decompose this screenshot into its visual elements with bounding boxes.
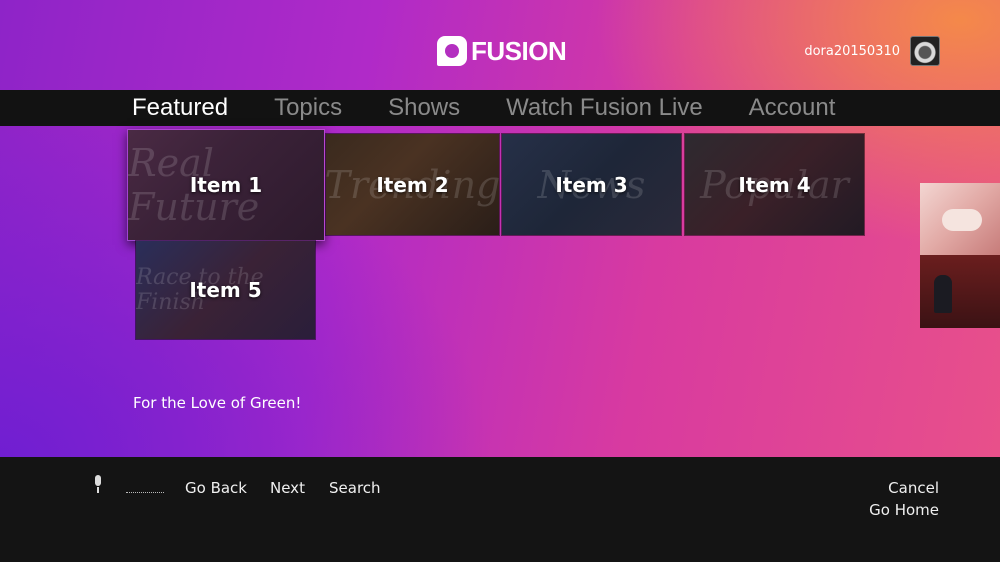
next-row-preview[interactable] — [920, 183, 1000, 328]
voice-command-bar — [0, 457, 1000, 562]
tile-label: Item 4 — [738, 172, 811, 197]
tile-label: Item 1 — [189, 173, 263, 197]
tile-label: Item 3 — [555, 172, 628, 197]
preview-thumbnail-hands — [920, 183, 1000, 255]
featured-tile-2[interactable]: Trending Item 2 — [325, 133, 500, 236]
tile-label: Item 2 — [376, 172, 449, 197]
featured-tile-5[interactable]: Race to the Finish Item 5 — [135, 240, 316, 340]
voice-listening-indicator — [126, 483, 164, 493]
fusion-logo-icon — [437, 36, 467, 66]
preview-thumbnail-interview — [920, 255, 1000, 328]
featured-tile-3[interactable]: News Item 3 — [501, 133, 682, 236]
go-home-command[interactable]: Go Home — [869, 501, 939, 519]
nav-tab-account[interactable]: Account — [749, 94, 836, 122]
nav-tab-watch-fusion-live[interactable]: Watch Fusion Live — [506, 94, 703, 122]
microphone-icon — [92, 475, 104, 495]
username: dora20150310 — [804, 43, 900, 59]
logo-text: FUSION — [471, 35, 567, 66]
avatar[interactable] — [910, 36, 940, 66]
nav-tab-topics[interactable]: Topics — [274, 94, 342, 122]
nav-tab-shows[interactable]: Shows — [388, 94, 460, 122]
hero-background: FUSION dora20150310 Featured Topics Show… — [0, 0, 1000, 457]
fusion-logo: FUSION — [437, 34, 567, 68]
next-command[interactable]: Next — [270, 479, 305, 497]
nav-tab-featured[interactable]: Featured — [132, 94, 228, 122]
featured-tile-1[interactable]: Real Future Item 1 — [127, 129, 325, 241]
featured-tile-4[interactable]: Popular Item 4 — [684, 133, 865, 236]
cancel-command[interactable]: Cancel — [888, 479, 939, 497]
top-navigation: Featured Topics Shows Watch Fusion Live … — [0, 90, 1000, 126]
go-back-command[interactable]: Go Back — [185, 479, 247, 497]
search-command[interactable]: Search — [329, 479, 381, 497]
selected-item-title: For the Love of Green! — [133, 394, 302, 412]
tile-label: Item 5 — [189, 278, 262, 302]
user-profile[interactable]: dora20150310 — [804, 34, 940, 68]
